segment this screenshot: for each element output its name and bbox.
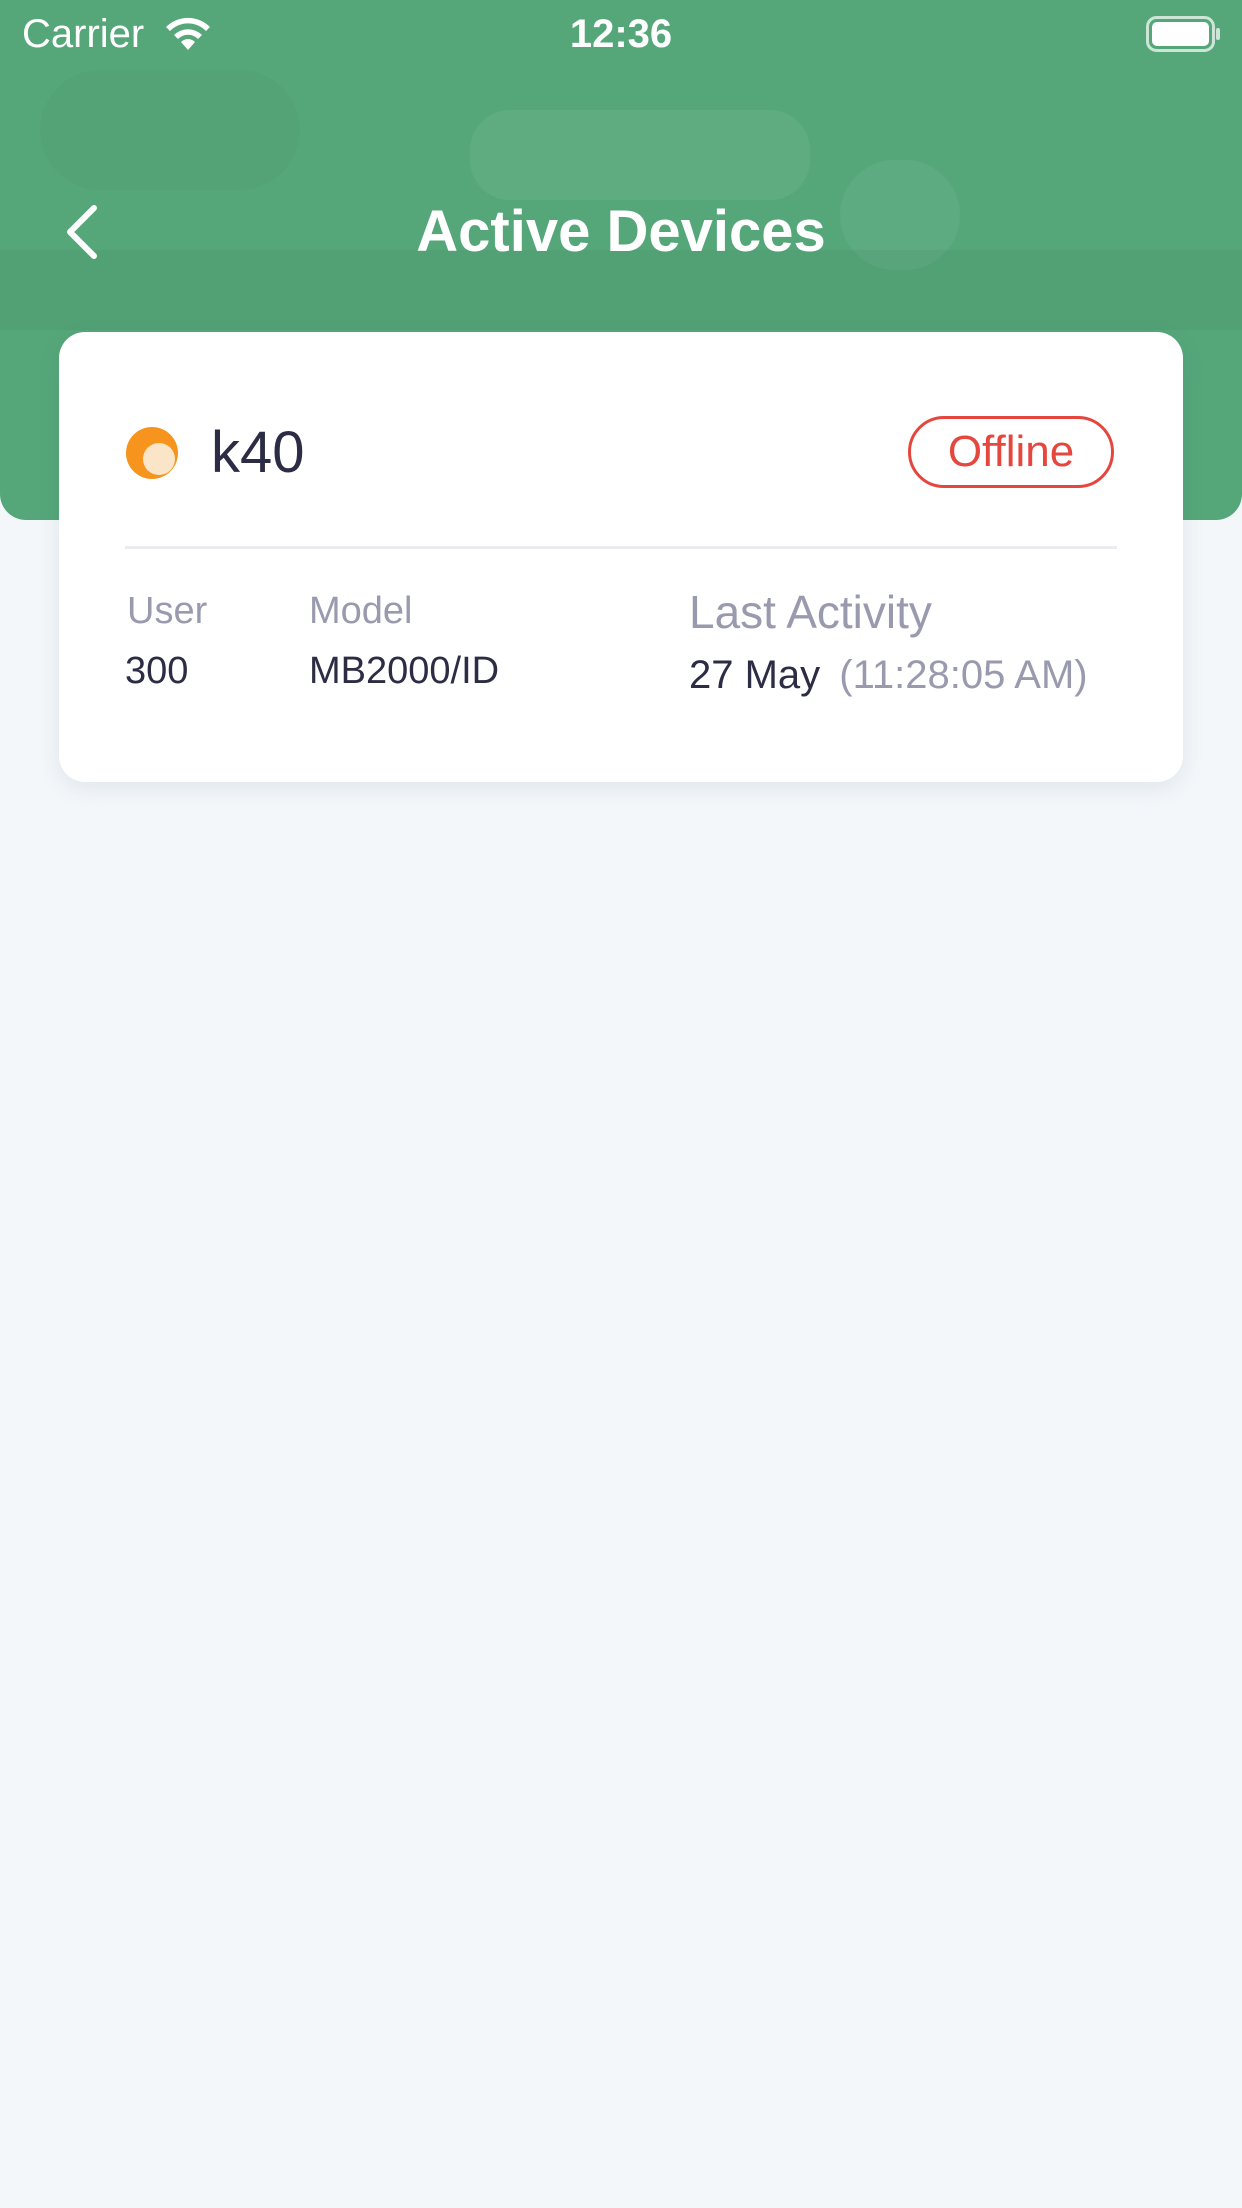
model-label: Model	[309, 590, 413, 632]
last-activity-time: (11:28:05 AM)	[839, 653, 1088, 697]
status-dot-icon	[126, 427, 178, 479]
user-value: 300	[125, 650, 189, 692]
model-value: MB2000/ID	[309, 650, 500, 692]
header-photo-shape	[470, 110, 810, 200]
clock-time: 12:36	[569, 12, 673, 56]
header-photo-shape	[40, 70, 300, 190]
user-label: User	[127, 590, 208, 632]
device-name: k40	[211, 420, 305, 485]
status-bar: Carrier 12:36	[0, 0, 1242, 66]
divider	[125, 546, 1117, 549]
last-activity-value: 27 May (11:28:05 AM)	[689, 650, 1088, 700]
device-card[interactable]: k40 Offline User 300 Model MB2000/ID Las…	[59, 332, 1183, 782]
page-title: Active Devices	[416, 199, 826, 264]
last-activity-date: 27 May	[689, 653, 821, 697]
status-badge: Offline	[908, 416, 1114, 488]
battery-icon	[1146, 16, 1220, 52]
last-activity-label: Last Activity	[689, 586, 932, 638]
